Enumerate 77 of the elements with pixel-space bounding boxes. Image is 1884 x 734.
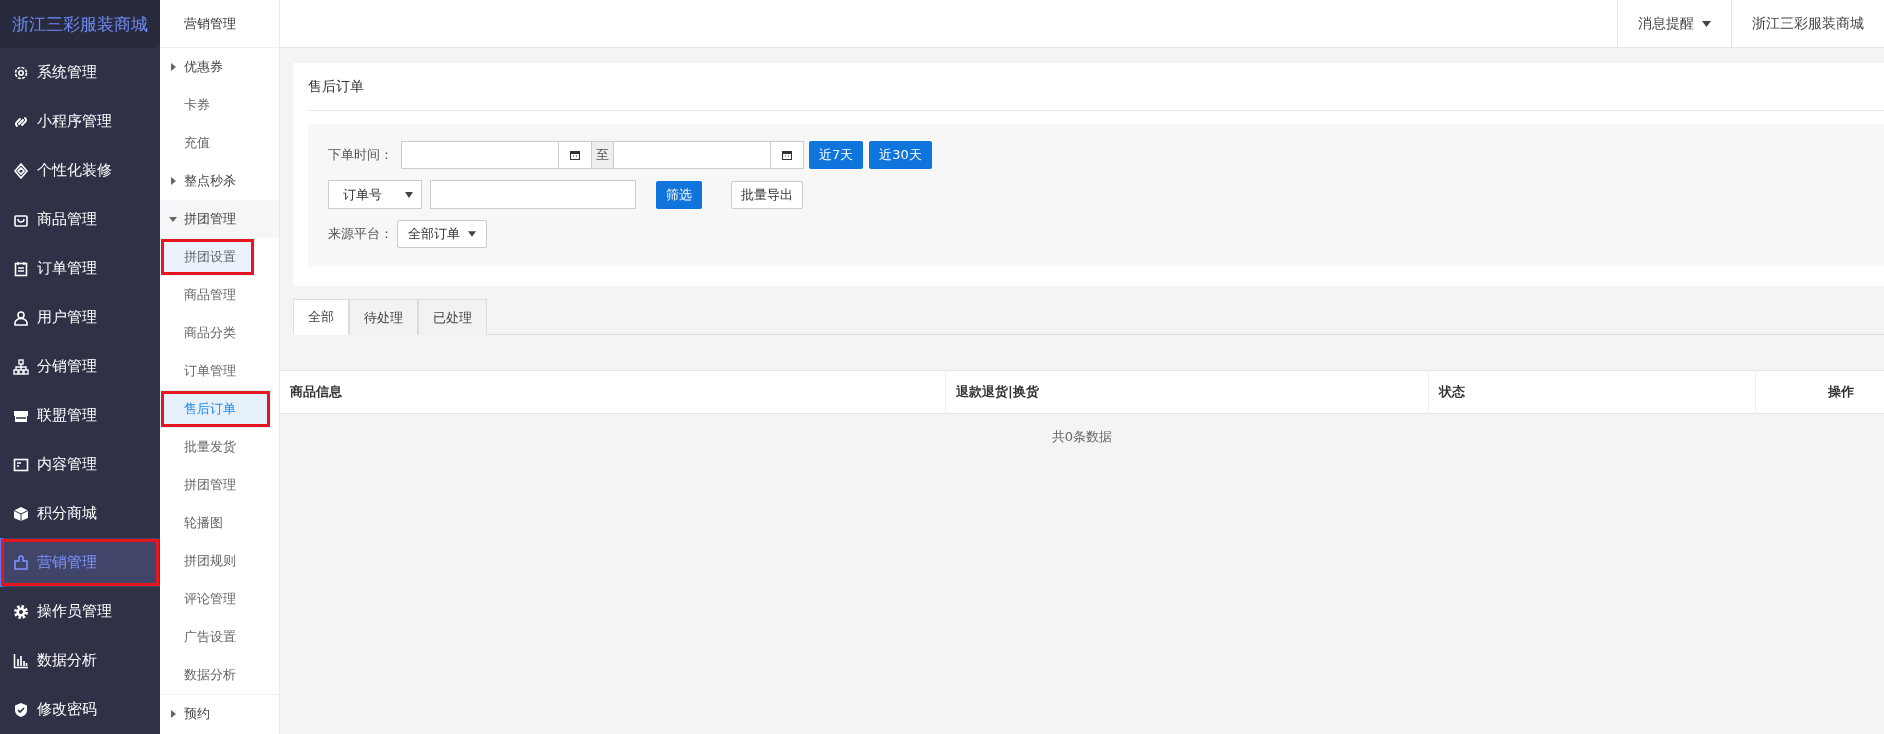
submenu-item[interactable]: 批量发货 — [160, 428, 279, 466]
submenu-item[interactable]: 评论管理 — [160, 580, 279, 618]
submenu-item[interactable]: 数据分析 — [160, 656, 279, 694]
bar-chart-icon — [13, 652, 29, 669]
sidebar-item[interactable]: 数据分析 — [0, 636, 160, 685]
calendar-icon — [782, 150, 792, 160]
column-header: 退款退货|换货 — [945, 371, 1428, 413]
sidebar-item[interactable]: 分销管理 — [0, 342, 160, 391]
caret-icon — [169, 177, 177, 185]
caret-icon — [169, 709, 177, 718]
sidebar-item[interactable]: 内容管理 — [0, 440, 160, 489]
search-field[interactable] — [430, 180, 636, 209]
sidebar-item[interactable]: 联盟管理 — [0, 391, 160, 440]
submenu-item[interactable]: 充值 — [160, 124, 279, 162]
quick-range-button[interactable]: 近7天 — [809, 141, 864, 169]
sidebar-item[interactable]: 用户管理 — [0, 293, 160, 342]
field-label: 来源平台： — [328, 225, 393, 243]
sidebar-item[interactable]: 订单管理 — [0, 244, 160, 293]
export-button[interactable]: 批量导出 — [731, 180, 803, 209]
caret-icon — [169, 63, 177, 71]
caret-icon — [1702, 20, 1711, 27]
sidebar-item[interactable]: 小程序管理 — [0, 97, 160, 146]
diamond-icon — [13, 162, 29, 179]
tab[interactable]: 待处理 — [349, 299, 418, 335]
user-icon — [13, 309, 29, 326]
submenu-group[interactable]: 优惠券 — [160, 48, 279, 86]
submenu-item[interactable]: 订单管理 — [160, 352, 279, 390]
submenu-item[interactable]: 拼团规则 — [160, 542, 279, 580]
column-header: 状态 — [1428, 371, 1755, 413]
sidebar-item[interactable]: 修改密码 — [0, 685, 160, 734]
sidebar-item[interactable]: 个性化装修 — [0, 146, 160, 195]
submenu-item[interactable]: 广告设置 — [160, 618, 279, 656]
cube-icon — [13, 505, 29, 522]
hierarchy-icon — [13, 358, 29, 375]
end-date-field[interactable] — [613, 141, 771, 169]
calendar-button[interactable] — [559, 141, 592, 169]
submenu-item[interactable]: 拼团管理 — [160, 466, 279, 504]
shield-icon — [13, 701, 29, 718]
start-date-field[interactable] — [401, 141, 559, 169]
source-dropdown[interactable]: 全部订单 — [397, 220, 487, 248]
range-separator: 至 — [592, 141, 613, 169]
quick-range-button[interactable]: 近30天 — [869, 141, 932, 169]
calendar-icon — [13, 260, 29, 277]
sidebar-item[interactable]: 操作员管理 — [0, 587, 160, 636]
calendar-button[interactable] — [771, 141, 804, 169]
submenu-group[interactable]: 预约 — [160, 694, 279, 732]
settings-icon — [13, 64, 29, 81]
submenu-group[interactable]: 拼团管理 — [160, 200, 279, 238]
column-header: 商品信息 — [289, 383, 343, 401]
notifications-dropdown[interactable]: 消息提醒 — [1617, 0, 1731, 47]
submenu-item[interactable]: 商品管理 — [160, 276, 279, 314]
sidebar-item[interactable]: 积分商城 — [0, 489, 160, 538]
sidebar-item[interactable]: 系统管理 — [0, 48, 160, 97]
field-label: 下单时间： — [328, 146, 393, 164]
search-type-select[interactable]: 订单号 — [328, 180, 422, 209]
submenu-item[interactable]: 轮播图 — [160, 504, 279, 542]
puzzle-icon — [13, 554, 29, 571]
brand-title: 浙江三彩服装商城 — [0, 0, 160, 48]
empty-message: 共0条数据 — [1050, 428, 1114, 446]
sidebar-item[interactable]: 商品管理 — [0, 195, 160, 244]
window-icon — [13, 456, 29, 473]
caret-icon — [405, 191, 413, 198]
tab[interactable]: 全部 — [293, 299, 349, 335]
caret-icon — [468, 231, 476, 237]
tab[interactable]: 已处理 — [418, 299, 487, 335]
filter-button[interactable]: 筛选 — [656, 180, 702, 209]
submenu-item[interactable]: 商品分类 — [160, 314, 279, 352]
submenu-item[interactable]: 拼团设置 — [160, 238, 255, 276]
caret-icon — [169, 215, 177, 223]
page-title: 售后订单 — [308, 63, 1884, 111]
store-name-link[interactable]: 浙江三彩服装商城 — [1731, 0, 1884, 47]
submenu-group[interactable]: 整点秒杀 — [160, 162, 279, 200]
calendar-icon — [570, 150, 580, 160]
column-header: 操作 — [1755, 371, 1884, 413]
submenu-title: 营销管理 — [160, 0, 279, 48]
gear-icon — [13, 603, 29, 620]
submenu-item[interactable]: 卡券 — [160, 86, 279, 124]
